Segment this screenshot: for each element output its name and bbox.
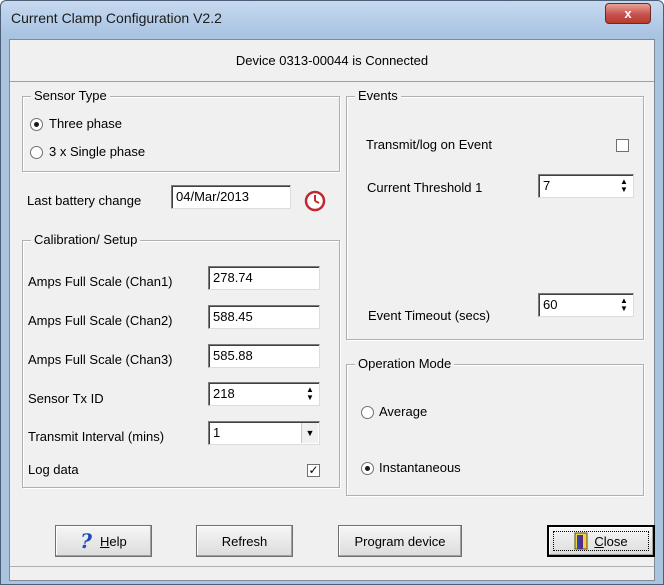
sensor-id-value: 218 [213,386,235,401]
interval-dropdown-button[interactable]: ▼ [301,423,318,443]
label-instantaneous[interactable]: Instantaneous [379,460,461,475]
focus-ring [553,531,649,551]
operation-mode-title: Operation Mode [355,356,455,371]
log-data-label: Log data [28,462,79,477]
chan2-value: 588.45 [213,309,253,324]
battery-date-field[interactable]: 04/Mar/2013 [171,185,291,209]
help-button-label: elp [109,533,127,549]
spin-down-icon[interactable]: ▼ [620,305,628,313]
chan3-label: Amps Full Scale (Chan3) [28,352,173,367]
title-bar: Current Clamp Configuration V2.2 x [1,1,663,35]
question-mark-icon: ? [80,529,92,553]
label-three-phase[interactable]: Three phase [49,116,122,131]
chan1-value: 278.74 [213,270,253,285]
help-button-mnemonic: H [99,533,110,549]
interval-value: 1 [213,425,221,440]
operation-mode-group: Operation Mode Average Instantaneous [346,356,644,496]
interval-select[interactable]: 1 ▼ [208,421,320,445]
dialog-client: Device 0313-00044 is Connected Sensor Ty… [9,39,655,581]
chan2-input[interactable]: 588.45 [208,305,320,329]
chan1-input[interactable]: 278.74 [208,266,320,290]
connection-status: Device 0313-00044 is Connected [10,40,654,82]
app-window: Current Clamp Configuration V2.2 x Devic… [0,0,664,585]
timeout-label: Event Timeout (secs) [368,308,491,323]
chan2-label: Amps Full Scale (Chan2) [28,313,173,328]
transmit-on-event-label: Transmit/log on Event [366,137,492,152]
sensor-id-label: Sensor Tx ID [28,391,104,406]
label-single-phase[interactable]: 3 x Single phase [49,144,145,159]
sensor-type-title: Sensor Type [31,88,110,103]
battery-date-value: 04/Mar/2013 [176,189,249,204]
program-device-label: Program device [354,533,446,549]
threshold-value: 7 [543,178,551,193]
sensor-id-spinner[interactable]: 218 ▲ ▼ [208,382,320,406]
chan1-label: Amps Full Scale (Chan1) [28,274,173,289]
battery-label: Last battery change [27,193,142,208]
calibration-group: Calibration/ Setup Amps Full Scale (Chan… [22,232,340,488]
radio-average[interactable] [361,406,374,419]
clock-button[interactable] [304,190,326,212]
refresh-button-label: Refresh [221,533,268,549]
chan3-input[interactable]: 585.88 [208,344,320,368]
clock-icon [304,190,326,212]
log-data-checkbox[interactable]: ✓ [307,464,320,477]
transmit-on-event-checkbox[interactable] [616,139,629,152]
spin-down-icon[interactable]: ▼ [620,186,628,194]
radio-three-phase[interactable] [30,118,43,131]
window-title: Current Clamp Configuration V2.2 [11,10,222,26]
events-group: Events Transmit/log on Event Current Thr… [346,88,644,340]
label-average[interactable]: Average [379,404,427,419]
threshold-spinner[interactable]: 7 ▲ ▼ [538,174,634,198]
close-x-icon: x [624,6,632,21]
connection-status-text: Device 0313-00044 is Connected [235,53,429,68]
timeout-value: 60 [543,297,558,312]
radio-single-phase[interactable] [30,146,43,159]
chan3-value: 585.88 [213,348,253,363]
timeout-spin-buttons[interactable]: ▲ ▼ [616,295,632,315]
sensor-type-group: Sensor Type Three phase 3 x Single phase [22,88,340,172]
program-device-button[interactable]: Program device [338,525,462,557]
status-bar [10,566,654,580]
interval-label: Transmit Interval (mins) [28,429,165,444]
sensor-id-spin-buttons[interactable]: ▲ ▼ [302,384,318,404]
close-button[interactable]: Close [547,525,655,557]
threshold-spin-buttons[interactable]: ▲ ▼ [616,176,632,196]
threshold-label: Current Threshold 1 [367,180,483,195]
help-button[interactable]: ? Help [55,525,152,557]
chevron-down-icon: ▼ [305,428,315,438]
calibration-title: Calibration/ Setup [31,232,141,247]
timeout-spinner[interactable]: 60 ▲ ▼ [538,293,634,317]
refresh-button[interactable]: Refresh [196,525,293,557]
window-close-button[interactable]: x [605,3,651,24]
radio-instantaneous[interactable] [361,462,374,475]
events-title: Events [355,88,401,103]
spin-down-icon[interactable]: ▼ [306,394,314,402]
